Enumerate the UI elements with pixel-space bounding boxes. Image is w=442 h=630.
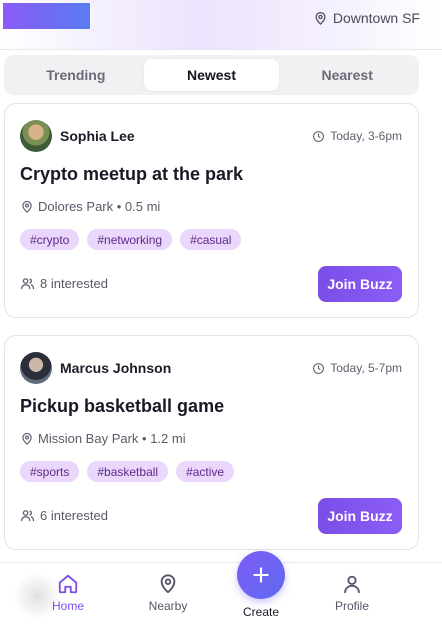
join-buzz-button[interactable]: Join Buzz <box>318 498 402 534</box>
nav-nearby-label: Nearby <box>148 599 188 613</box>
nav-profile-label: Profile <box>334 599 369 613</box>
map-pin-icon <box>22 432 32 445</box>
event-card[interactable]: Sophia Lee Today, 3-6pm Crypto meetup at… <box>4 103 419 318</box>
map-pin-icon <box>315 11 326 25</box>
interested-count: 8 interested <box>20 276 108 291</box>
create-button[interactable] <box>237 551 285 599</box>
clock-icon <box>313 130 325 142</box>
nav-create-label: Create <box>242 605 280 619</box>
nav-home[interactable]: Home <box>33 573 103 613</box>
clock-icon <box>313 362 325 374</box>
event-title[interactable]: Crypto meetup at the park <box>20 164 243 185</box>
interested-label: 8 interested <box>40 276 108 291</box>
map-pin-icon <box>22 200 32 213</box>
feed-tabs: Trending Newest Nearest <box>4 55 419 95</box>
location-label: Downtown SF <box>332 10 420 26</box>
tab-newest[interactable]: Newest <box>143 59 280 91</box>
event-tags: #crypto #networking #casual <box>20 229 242 250</box>
nav-home-label: Home <box>51 599 84 613</box>
event-tags: #sports #basketball #active <box>20 461 235 482</box>
nav-create[interactable]: Create <box>226 551 296 619</box>
nav-nearby[interactable]: Nearby <box>133 573 203 613</box>
event-card[interactable]: Marcus Johnson Today, 5-7pm Pickup baske… <box>4 335 419 550</box>
event-location: Mission Bay Park • 1.2 mi <box>20 431 186 446</box>
event-time-label: Today, 5-7pm <box>330 361 402 375</box>
plus-icon <box>253 567 269 583</box>
event-location-label: Mission Bay Park • 1.2 mi <box>38 431 186 446</box>
event-time-label: Today, 3-6pm <box>330 129 402 143</box>
home-icon <box>58 574 78 594</box>
tag-chip[interactable]: #crypto <box>20 229 80 250</box>
app-logo[interactable] <box>3 3 90 29</box>
event-location-label: Dolores Park • 0.5 mi <box>38 199 161 214</box>
tag-chip[interactable]: #sports <box>20 461 80 482</box>
author-name[interactable]: Marcus Johnson <box>60 360 171 376</box>
tag-chip[interactable]: #basketball <box>87 461 169 482</box>
tag-chip[interactable]: #casual <box>180 229 242 250</box>
avatar[interactable] <box>20 352 52 384</box>
avatar[interactable] <box>20 120 52 152</box>
event-time: Today, 3-6pm <box>312 129 402 143</box>
top-header: Downtown SF <box>0 0 442 50</box>
tab-trending[interactable]: Trending <box>8 59 144 91</box>
event-title[interactable]: Pickup basketball game <box>20 396 224 417</box>
tab-nearest[interactable]: Nearest <box>279 59 415 91</box>
tag-chip[interactable]: #active <box>176 461 235 482</box>
author-name[interactable]: Sophia Lee <box>60 128 135 144</box>
map-pin-icon <box>160 574 176 594</box>
join-buzz-button[interactable]: Join Buzz <box>318 266 402 302</box>
nav-profile[interactable]: Profile <box>317 573 387 613</box>
users-icon <box>20 278 35 290</box>
interested-count: 6 interested <box>20 508 108 523</box>
bottom-nav: Home Nearby Create Profile <box>0 551 442 630</box>
event-time: Today, 5-7pm <box>312 361 402 375</box>
user-icon <box>344 575 360 594</box>
location-selector[interactable]: Downtown SF <box>313 8 420 28</box>
event-location: Dolores Park • 0.5 mi <box>20 199 160 214</box>
tag-chip[interactable]: #networking <box>87 229 173 250</box>
users-icon <box>20 510 35 522</box>
interested-label: 6 interested <box>40 508 108 523</box>
